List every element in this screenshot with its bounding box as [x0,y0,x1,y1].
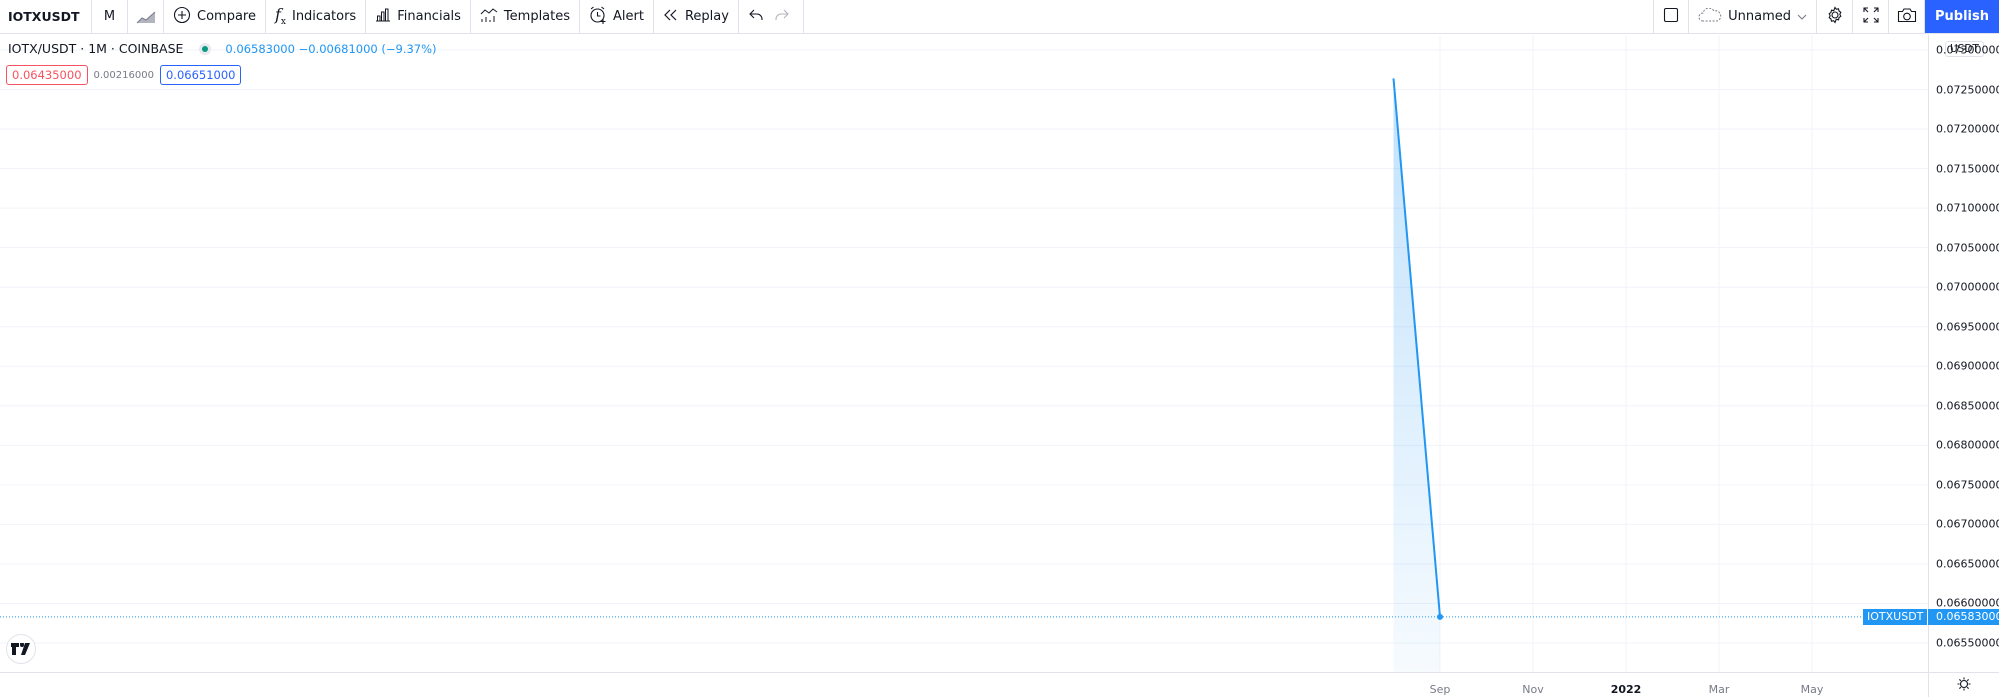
x-tick-label: Mar [1708,683,1730,696]
x-tick-label: May [1800,683,1824,696]
y-tick-label: 0.07100000 [1936,201,1999,215]
ask-price-button[interactable]: 0.06651000 [159,65,242,85]
bid-price-button[interactable]: 0.06435000 [6,65,88,85]
tradingview-logo-icon [11,640,31,659]
y-tick-label: 0.06950000 [1936,320,1999,334]
chevron-down-icon[interactable] [1797,9,1807,24]
y-tick-label: 0.06900000 [1936,359,1999,373]
market-status-icon[interactable] [199,42,212,55]
legend-values: 0.06583000 −0.00681000 (−9.37%) [225,41,437,56]
y-tick-label: 0.07000000 [1936,280,1999,294]
templates-label: Templates [503,9,571,24]
fullscreen-icon [1862,6,1879,27]
compare-button[interactable]: Compare [164,0,266,33]
chart-canvas [0,35,1928,672]
y-tick-label: 0.07150000 [1936,162,1999,176]
chart-style-button[interactable] [128,0,164,33]
x-tick-label: 2022 [1610,683,1642,696]
last-point-marker [1437,613,1443,620]
alert-label: Alert [613,9,644,24]
y-tick-label: 0.07250000 [1936,83,1999,97]
publish-button[interactable]: Publish [1925,0,1999,33]
sun-settings-icon [1957,676,1971,695]
cloud-icon [1698,7,1722,26]
y-tick-label: 0.07200000 [1936,122,1999,136]
replay-label: Replay [684,9,729,24]
compare-icon [173,6,191,28]
redo-icon[interactable] [775,9,789,25]
top-toolbar: IOTXUSDT M Compare fx Indicators Financi… [0,0,1999,34]
save-layout-button[interactable]: Unnamed [1689,0,1817,33]
snapshot-button[interactable] [1889,0,1925,33]
interval-button[interactable]: M [92,0,128,33]
layout-name-label: Unnamed [1728,9,1791,24]
symbol-label: IOTXUSDT [8,9,80,24]
templates-icon [480,7,498,27]
x-tick-label: Nov [1522,683,1544,696]
y-tick-label: 0.06650000 [1936,557,1999,571]
alert-button[interactable]: Alert [580,0,654,33]
indicators-label: Indicators [291,9,357,24]
interval-label: M [103,9,116,24]
financials-label: Financials [397,9,461,24]
layout-icon [1663,7,1679,27]
y-tick-label: 0.06750000 [1936,478,1999,492]
quote-panel: 0.06435000 0.00216000 0.06651000 [6,65,242,85]
y-tick-label: 0.06700000 [1936,517,1999,531]
symbol-search-button[interactable]: IOTXUSDT [0,0,92,33]
y-tick-label: 0.06550000 [1936,636,1999,650]
compare-label: Compare [197,9,256,24]
bar-style-icon [136,10,156,24]
undo-icon[interactable] [749,9,763,25]
indicators-icon: fx [274,5,286,28]
alert-icon [589,6,607,28]
layout-button[interactable] [1653,0,1690,33]
fullscreen-button[interactable] [1853,0,1889,33]
financials-button[interactable]: Financials [366,0,471,33]
y-tick-label: 0.07300000 [1936,43,1999,57]
settings-button[interactable] [1817,0,1853,33]
last-price-tag: 0.06583000 [1928,608,1999,625]
scale-settings-button[interactable] [1928,672,1999,697]
y-tick-label: 0.06850000 [1936,399,1999,413]
y-tick-label: 0.06800000 [1936,438,1999,452]
x-tick-label: Sep [1429,683,1451,696]
settings-icon [1826,5,1844,28]
tradingview-logo[interactable] [6,634,36,664]
replay-icon [663,8,679,26]
camera-icon [1897,7,1917,27]
legend-title[interactable]: IOTX/USDT · 1M · COINBASE [8,41,183,56]
indicators-button[interactable]: fx Indicators [266,0,367,33]
replay-button[interactable]: Replay [654,0,739,33]
undo-redo-group [739,0,804,33]
series-name-tag: IOTXUSDT [1863,608,1928,625]
financials-icon [375,8,391,26]
y-tick-label: 0.07050000 [1936,241,1999,255]
templates-button[interactable]: Templates [471,0,581,33]
spread-value: 0.00216000 [93,69,154,81]
series-legend: IOTX/USDT · 1M · COINBASE 0.06583000 −0.… [8,41,437,56]
